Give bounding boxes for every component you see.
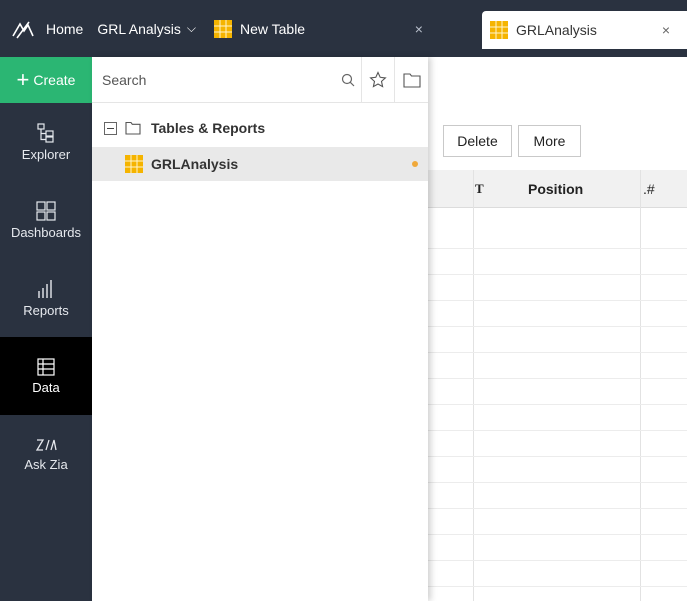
number-type-icon: .#: [643, 181, 655, 197]
workspace-selector[interactable]: GRL Analysis ⌵: [97, 0, 196, 57]
home-link[interactable]: Home: [46, 0, 83, 57]
plus-icon: +: [16, 67, 30, 92]
tab-grlanalysis[interactable]: GRLAnalysis ×: [482, 11, 687, 49]
workspace-name: GRL Analysis: [97, 20, 181, 37]
table-row-divider: [428, 248, 687, 249]
explorer-icon: [37, 122, 54, 143]
folder-button[interactable]: [394, 56, 428, 103]
dashboards-icon: [36, 200, 56, 221]
collapse-icon[interactable]: [104, 121, 117, 135]
table-grid-icon: [213, 19, 232, 38]
table-row-divider: [428, 274, 687, 275]
folder-icon: [403, 72, 421, 88]
close-icon[interactable]: ×: [662, 22, 670, 38]
search-icon[interactable]: [335, 73, 361, 87]
zia-icon: [35, 438, 57, 451]
star-icon: [369, 70, 387, 88]
table-row-divider: [428, 534, 687, 535]
text-type-icon: T: [475, 181, 484, 196]
left-rail: + Create Explorer Dashboards Reports Dat…: [0, 57, 92, 601]
rail-item-label: Data: [32, 379, 60, 395]
rail-item-data[interactable]: Data: [0, 337, 92, 415]
column-divider: [473, 170, 474, 601]
more-button[interactable]: More: [518, 125, 581, 157]
create-label: Create: [33, 72, 76, 88]
tree-item-grlanalysis[interactable]: GRLAnalysis: [92, 147, 428, 181]
table-row-divider: [428, 560, 687, 561]
reports-icon: [38, 279, 52, 298]
table-row-divider: [428, 456, 687, 457]
tab-new-table[interactable]: New Table ×: [210, 0, 435, 57]
column-divider: [640, 170, 641, 601]
rail-item-dashboards[interactable]: Dashboards: [0, 181, 92, 259]
create-button[interactable]: + Create: [0, 57, 92, 103]
rail-item-ask-zia[interactable]: Ask Zia: [0, 415, 92, 493]
table-grid-icon: [125, 155, 143, 173]
explorer-panel: Tables & Reports GRLAnalysis: [92, 56, 428, 601]
folder-icon: [125, 121, 141, 135]
rail-item-label: Ask Zia: [24, 456, 68, 472]
data-icon: [37, 357, 55, 376]
favorites-button[interactable]: [360, 56, 395, 103]
table-row-divider: [428, 378, 687, 379]
unsaved-indicator: [412, 161, 418, 167]
close-icon[interactable]: ×: [415, 21, 423, 37]
tree-group-label: Tables & Reports: [151, 120, 266, 136]
tree-group-tables-reports[interactable]: Tables & Reports: [92, 109, 428, 147]
rail-item-label: Dashboards: [10, 224, 82, 240]
table-row-divider: [428, 508, 687, 509]
rail-item-explorer[interactable]: Explorer: [0, 103, 92, 181]
table-row-divider: [428, 430, 687, 431]
table-row-divider: [428, 586, 687, 587]
chevron-down-icon: ⌵: [186, 21, 196, 35]
table-header: T Position .#: [428, 170, 687, 208]
search-row: [92, 56, 428, 103]
app-logo-icon[interactable]: [0, 0, 46, 57]
column-header-position[interactable]: Position: [528, 170, 583, 208]
delete-button[interactable]: Delete: [443, 125, 512, 157]
table-grid-icon: [490, 21, 508, 39]
tree-item-label: GRLAnalysis: [151, 156, 239, 172]
rail-item-reports[interactable]: Reports: [0, 259, 92, 337]
table-row-divider: [428, 482, 687, 483]
rail-item-label: Explorer: [21, 146, 71, 162]
table-row-divider: [428, 352, 687, 353]
tab-label: New Table: [239, 20, 306, 37]
table-row-divider: [428, 300, 687, 301]
search-input[interactable]: [92, 57, 335, 102]
tab-label: GRLAnalysis: [516, 22, 597, 38]
table-row-divider: [428, 404, 687, 405]
table-row-divider: [428, 326, 687, 327]
rail-item-label: Reports: [23, 302, 69, 318]
